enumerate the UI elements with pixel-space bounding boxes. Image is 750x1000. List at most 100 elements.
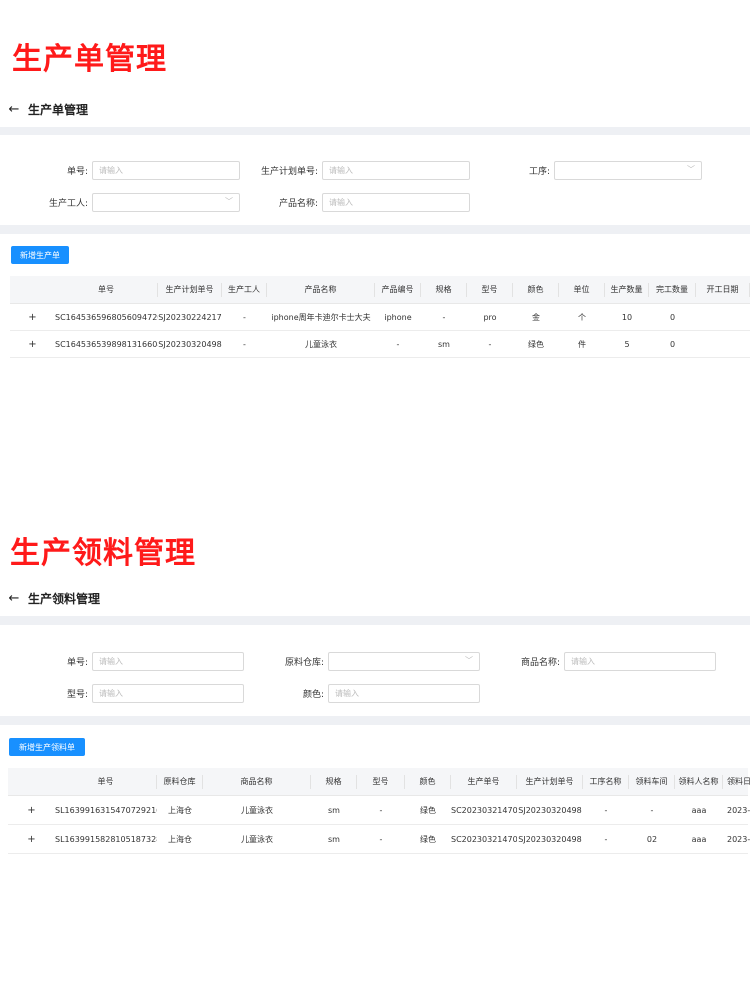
table-header-cell: 生产计划单号 bbox=[158, 282, 222, 297]
filter-product-name: 产品名称: 请输入 bbox=[250, 192, 470, 212]
filter-warehouse: 原料仓库: ﹀ bbox=[270, 651, 480, 671]
page-title: 生产领料管理 bbox=[28, 591, 101, 606]
filter-label: 颜色: bbox=[302, 689, 324, 700]
order-no-cell: SL1639915828105187328 bbox=[55, 834, 157, 844]
requisition-date-cell: 2023-0 bbox=[727, 834, 750, 844]
worker-select[interactable]: ﹀ bbox=[92, 192, 240, 212]
quantity-cell: 5 bbox=[624, 339, 630, 349]
table-header-cell: 生产计划单号 bbox=[517, 774, 583, 789]
table-header-cell: 开工日期 bbox=[696, 282, 750, 297]
filter-order-no: 单号: 请输入 bbox=[40, 651, 244, 671]
requisition-date-cell: 2023-0 bbox=[727, 805, 750, 815]
table-header: 单号 原料仓库 商品名称 规格 型号 颜色 生产单号 生产计划单号 工序名称 领… bbox=[8, 768, 750, 796]
chevron-down-icon: ﹀ bbox=[465, 655, 473, 665]
expand-icon[interactable]: + bbox=[10, 312, 55, 323]
table-row[interactable]: + SC1645365398981316608 SJ20230320498 - … bbox=[10, 331, 750, 358]
model-cell: - bbox=[488, 339, 492, 349]
plan-no-cell: SJ20230320498 bbox=[158, 339, 222, 349]
workshop-cell: 02 bbox=[646, 834, 658, 844]
section-title: 生产领料管理 bbox=[10, 536, 196, 571]
warehouse-cell: 上海仓 bbox=[168, 834, 192, 844]
table-header-cell: 生产数量 bbox=[605, 282, 649, 297]
goods-name-cell: 儿童泳衣 bbox=[241, 805, 273, 815]
product-code-cell: iphone bbox=[384, 312, 412, 322]
production-order-cell: SC20230321470 bbox=[451, 834, 517, 844]
filter-label: 单号: bbox=[66, 657, 88, 668]
filter-label: 生产计划单号: bbox=[260, 166, 318, 177]
table-header-cell: 单号 bbox=[55, 774, 157, 789]
workshop-cell: - bbox=[650, 805, 654, 815]
table-header-cell: 规格 bbox=[311, 774, 357, 789]
back-arrow-icon[interactable]: ← bbox=[6, 591, 22, 606]
warehouse-select[interactable]: ﹀ bbox=[328, 651, 480, 671]
plan-no-cell: SJ20230320498 bbox=[518, 834, 582, 844]
order-no-input[interactable]: 请输入 bbox=[92, 651, 244, 671]
filter-plan-no: 生产计划单号: 请输入 bbox=[250, 160, 470, 180]
filter-label: 商品名称: bbox=[520, 657, 560, 668]
table-header-cell: 规格 bbox=[421, 282, 467, 297]
goods-name-cell: 儿童泳衣 bbox=[241, 834, 273, 844]
filter-label: 产品名称: bbox=[278, 198, 318, 209]
table-header-cell: 生产单号 bbox=[451, 774, 517, 789]
table-row[interactable]: + SC1645365968056094720 SJ20230224217 - … bbox=[10, 304, 750, 331]
spec-cell: sm bbox=[438, 339, 450, 349]
filter-worker: 生产工人: ﹀ bbox=[40, 192, 240, 212]
table-header-cell: 工序名称 bbox=[583, 774, 629, 789]
spec-cell: - bbox=[442, 312, 446, 322]
back-arrow-icon[interactable]: ← bbox=[6, 102, 22, 117]
color-input[interactable]: 请输入 bbox=[328, 683, 480, 703]
page-header: ← 生产领料管理 bbox=[0, 580, 750, 616]
filter-form: 单号: 请输入 生产计划单号: 请输入 工序: ﹀ 生产工人: ﹀ 产品名称: … bbox=[0, 135, 750, 225]
filter-label: 生产工人: bbox=[48, 198, 88, 209]
table-row[interactable]: + SL1639915828105187328 上海仓 儿童泳衣 sm - 绿色… bbox=[8, 825, 750, 854]
filter-process: 工序: ﹀ bbox=[500, 160, 702, 180]
divider bbox=[0, 225, 750, 234]
completed-cell: 0 bbox=[669, 312, 676, 322]
filter-label: 型号: bbox=[66, 689, 88, 700]
plan-no-input[interactable]: 请输入 bbox=[322, 160, 470, 180]
goods-name-input[interactable]: 请输入 bbox=[564, 651, 716, 671]
requester-cell: aaa bbox=[691, 834, 707, 844]
add-production-order-button[interactable]: 新增生产单 bbox=[11, 246, 69, 264]
table-header-cell: 单位 bbox=[559, 282, 605, 297]
expand-icon[interactable]: + bbox=[8, 834, 55, 845]
filter-model: 型号: 请输入 bbox=[40, 683, 244, 703]
model-cell: pro bbox=[483, 312, 497, 322]
color-cell: 绿色 bbox=[528, 339, 544, 349]
table-header-cell: 生产工人 bbox=[222, 282, 267, 297]
product-name-input[interactable]: 请输入 bbox=[322, 192, 470, 212]
filter-label: 单号: bbox=[66, 166, 88, 177]
filter-color: 颜色: 请输入 bbox=[270, 683, 480, 703]
order-no-input[interactable]: 请输入 bbox=[92, 160, 240, 180]
model-input[interactable]: 请输入 bbox=[92, 683, 244, 703]
page-header: ← 生产单管理 bbox=[0, 91, 750, 127]
filter-label: 工序: bbox=[528, 166, 550, 177]
table-header-cell: 原料仓库 bbox=[157, 774, 203, 789]
worker-cell: - bbox=[243, 339, 246, 349]
filter-order-no: 单号: 请输入 bbox=[40, 160, 240, 180]
quantity-cell: 10 bbox=[621, 312, 633, 322]
product-name-cell: 儿童泳衣 bbox=[305, 339, 337, 349]
product-name-cell: iphone周年卡迪尔卡士大夫 bbox=[271, 312, 371, 322]
production-order-cell: SC20230321470 bbox=[451, 805, 517, 815]
add-requisition-button[interactable]: 新增生产领料单 bbox=[9, 738, 85, 756]
divider bbox=[0, 127, 750, 135]
requester-cell: aaa bbox=[691, 805, 707, 815]
expand-icon[interactable]: + bbox=[8, 805, 55, 816]
table-header-cell: 颜色 bbox=[513, 282, 559, 297]
color-cell: 金 bbox=[532, 312, 540, 322]
model-cell: - bbox=[379, 805, 383, 815]
unit-cell: 个 bbox=[578, 312, 586, 322]
production-order-table: 单号 生产计划单号 生产工人 产品名称 产品编号 规格 型号 颜色 单位 生产数… bbox=[10, 276, 750, 358]
chevron-down-icon: ﹀ bbox=[225, 196, 233, 206]
table-row[interactable]: + SL1639916315470729216 上海仓 儿童泳衣 sm - 绿色… bbox=[8, 796, 750, 825]
worker-cell: - bbox=[243, 312, 246, 322]
spec-cell: sm bbox=[328, 834, 340, 844]
process-select[interactable]: ﹀ bbox=[554, 160, 702, 180]
process-name-cell: - bbox=[604, 834, 608, 844]
plan-no-cell: SJ20230320498 bbox=[518, 805, 582, 815]
table-header-cell: 领料人名称 bbox=[675, 774, 723, 789]
completed-cell: 0 bbox=[669, 339, 676, 349]
expand-icon[interactable]: + bbox=[10, 339, 55, 350]
divider bbox=[0, 716, 750, 725]
